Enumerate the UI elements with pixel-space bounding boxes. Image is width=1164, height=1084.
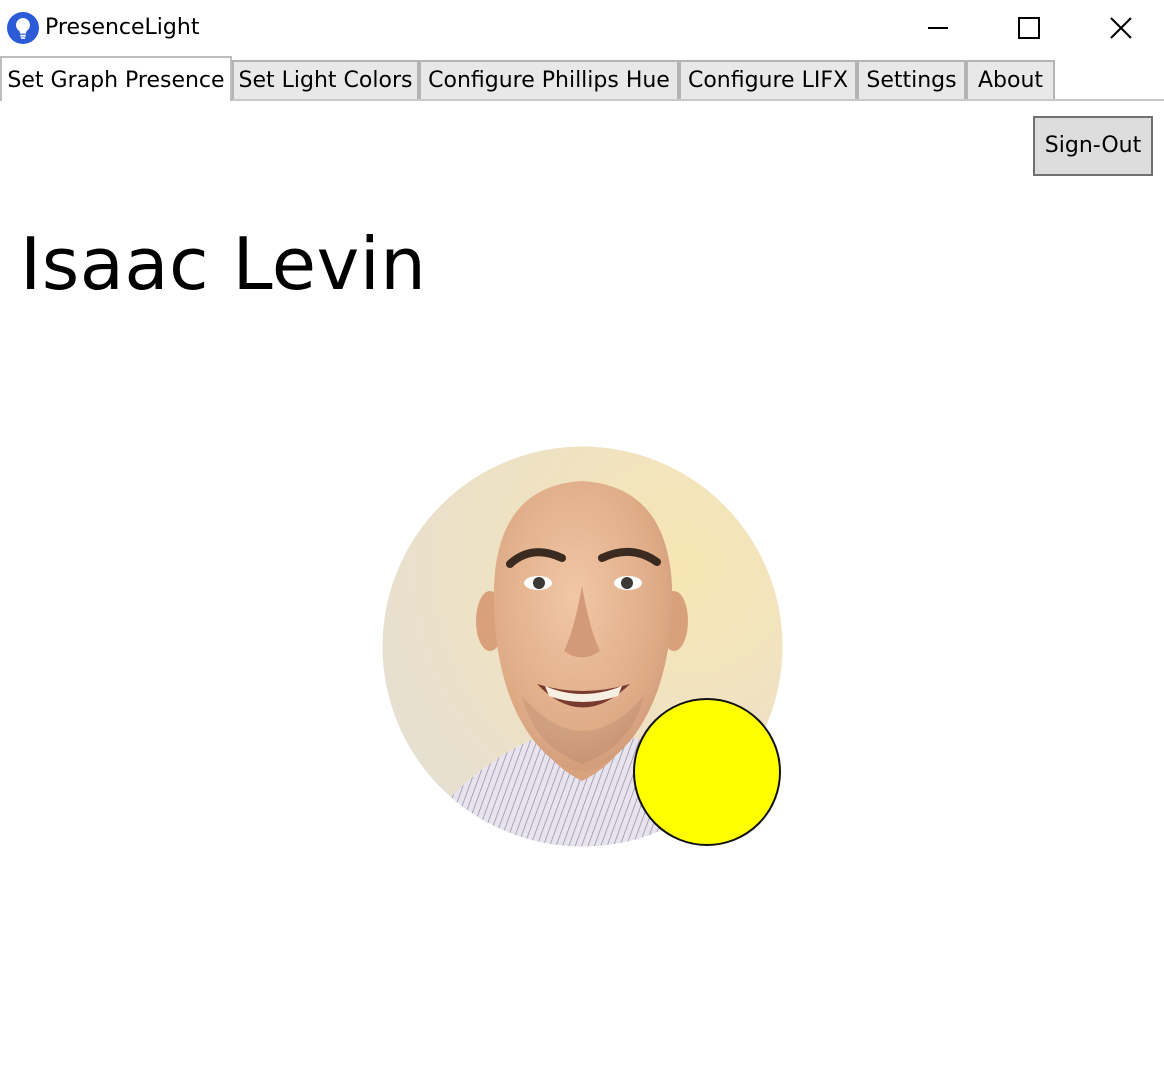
- user-name: Isaac Levin: [20, 222, 427, 306]
- minimize-icon: [928, 27, 948, 29]
- presence-status-indicator: [633, 698, 781, 846]
- lightbulb-icon: [7, 12, 39, 44]
- app-title: PresenceLight: [45, 15, 200, 40]
- minimize-button[interactable]: [892, 0, 984, 56]
- sign-out-button[interactable]: Sign-Out: [1033, 116, 1153, 176]
- tab-configure-lifx[interactable]: Configure LIFX: [679, 60, 857, 99]
- maximize-button[interactable]: [983, 0, 1075, 56]
- title-bar: PresenceLight: [0, 0, 1164, 56]
- maximize-icon: [1018, 17, 1040, 39]
- tab-set-graph-presence[interactable]: Set Graph Presence: [0, 56, 232, 101]
- close-icon: [1110, 17, 1132, 39]
- tab-settings[interactable]: Settings: [857, 60, 966, 99]
- tab-configure-phillips-hue[interactable]: Configure Phillips Hue: [419, 60, 679, 99]
- tab-about[interactable]: About: [966, 60, 1055, 99]
- close-button[interactable]: [1075, 0, 1164, 56]
- tab-set-light-colors[interactable]: Set Light Colors: [232, 60, 419, 99]
